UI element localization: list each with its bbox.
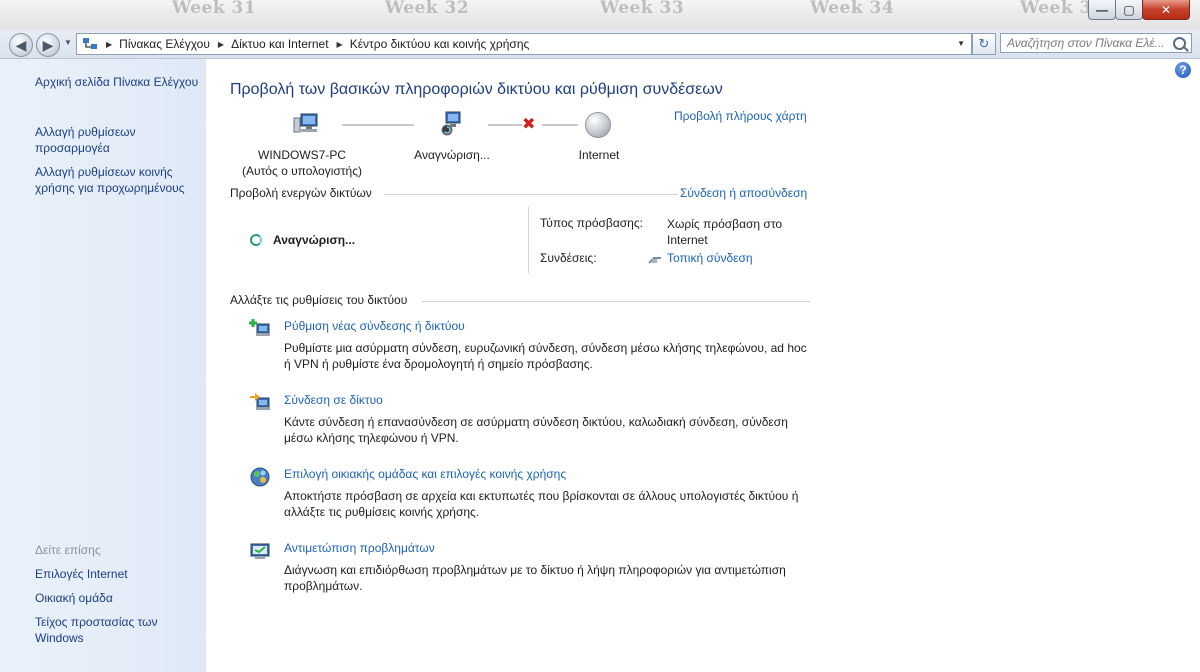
vertical-divider (528, 207, 529, 273)
map-connection-line (488, 124, 522, 126)
search-box[interactable] (1000, 33, 1192, 53)
help-icon: ? (1179, 63, 1187, 77)
active-networks-heading: Προβολή ενεργών δικτύων (230, 186, 372, 200)
back-arrow-icon: ◀ (15, 36, 27, 53)
setup-new-connection-description: Ρυθμίστε μια ασύρματη σύνδεση, ευρυζωνικ… (284, 341, 807, 371)
left-navigation-pane: Αρχική σελίδα Πίνακα Ελέγχου Αλλαγή ρυθμ… (0, 59, 206, 672)
map-connection-line (342, 124, 414, 126)
setup-new-connection-link[interactable]: Ρύθμιση νέας σύνδεσης ή δικτύου (284, 319, 465, 333)
help-button[interactable]: ? (1175, 62, 1191, 78)
close-button[interactable]: ✕ (1142, 0, 1190, 20)
access-type-label: Τύπος πρόσβασης: (540, 216, 643, 230)
breadcrumb-separator-icon[interactable]: ▶ (106, 40, 112, 49)
windows-firewall-link[interactable]: Τείχος προστασίας των Windows (35, 614, 185, 646)
title-bar: Week 31 Week 32 Week 33 Week 34 Week 3 —… (0, 0, 1200, 30)
active-network-name: Αναγνώριση... (273, 233, 356, 247)
connect-or-disconnect-link[interactable]: Σύνδεση ή αποσύνδεση (680, 186, 807, 200)
connect-to-network-icon[interactable] (249, 392, 271, 414)
internet-globe-icon[interactable] (585, 112, 611, 138)
main-content: ? Προβολή των βασικών πληροφοριών δικτύο… (206, 59, 1200, 672)
refresh-icon: ↻ (978, 36, 990, 51)
map-connection-line (542, 124, 578, 126)
maximize-button[interactable]: ▢ (1115, 0, 1143, 20)
change-adapter-settings-link[interactable]: Αλλαγή ρυθμίσεων προσαρμογέα (35, 124, 200, 156)
control-panel-home-link[interactable]: Αρχική σελίδα Πίνακα Ελέγχου (35, 74, 200, 90)
breadcrumb-separator-icon[interactable]: ▶ (337, 40, 343, 49)
computer-icon[interactable] (292, 112, 320, 139)
change-settings-heading: Αλλάξτε τις ρυθμίσεις του δικτύου (230, 293, 408, 307)
connect-to-network-link[interactable]: Σύνδεση σε δίκτυο (284, 393, 383, 407)
address-dropdown-icon[interactable]: ▼ (957, 39, 965, 48)
minimize-button[interactable]: — (1088, 0, 1116, 20)
calendar-week-label: Week 31 (172, 0, 257, 18)
section-divider (422, 301, 810, 302)
calendar-week-label: Week 34 (810, 0, 895, 18)
internet-label: Internet (578, 148, 620, 162)
recent-pages-dropdown-icon[interactable]: ▼ (64, 38, 72, 47)
troubleshoot-problems-link[interactable]: Αντιμετώπιση προβλημάτων (284, 541, 435, 555)
troubleshoot-icon[interactable] (249, 540, 271, 562)
see-also-heading: Δείτε επίσης (35, 543, 101, 557)
breadcrumb-network-sharing-center[interactable]: Κέντρο δικτύου και κοινής χρήσης (350, 37, 530, 51)
refresh-button[interactable]: ↻ (972, 33, 996, 55)
forward-arrow-icon: ▶ (42, 36, 54, 53)
calendar-week-label: Week 32 (385, 0, 470, 18)
calendar-week-label: Week 33 (600, 0, 685, 18)
page-title: Προβολή των βασικών πληροφοριών δικτύου … (230, 81, 723, 98)
section-divider (384, 194, 678, 195)
homegroup-sharing-link[interactable]: Επιλογή οικιακής ομάδας και επιλογές κοι… (284, 467, 566, 481)
breadcrumb-network-internet[interactable]: Δίκτυο και Internet (231, 37, 328, 51)
computer-name-label: WINDOWS7-PC (258, 148, 346, 162)
this-computer-label: (Αυτός ο υπολογιστής) (242, 164, 362, 178)
calendar-week-label: Week 3 (1020, 0, 1092, 18)
local-connection-icon (648, 253, 662, 264)
advanced-sharing-settings-link[interactable]: Αλλαγή ρυθμίσεων κοινής χρήσης για προχω… (35, 164, 200, 196)
back-button[interactable]: ◀ (9, 33, 33, 57)
address-bar[interactable]: ▶ Πίνακας Ελέγχου ▶ Δίκτυο και Internet … (76, 33, 972, 55)
forward-button[interactable]: ▶ (36, 33, 60, 57)
connections-label: Συνδέσεις: (540, 251, 597, 265)
search-icon[interactable] (1173, 37, 1186, 50)
unidentified-network-icon[interactable] (438, 111, 466, 140)
connect-to-network-description: Κάντε σύνδεση ή επανασύνδεση σε ασύρματη… (284, 415, 788, 445)
breadcrumb-separator-icon[interactable]: ▶ (218, 40, 224, 49)
homegroup-sharing-icon[interactable] (249, 466, 271, 488)
homegroup-link[interactable]: Οικιακή ομάδα (35, 590, 200, 606)
internet-options-link[interactable]: Επιλογές Internet (35, 566, 200, 582)
see-full-map-link[interactable]: Προβολή πλήρους χάρτη (674, 109, 807, 123)
troubleshoot-problems-description: Διάγνωση και επιδιόρθωση προβλημάτων με … (284, 563, 786, 593)
local-area-connection-link[interactable]: Τοπική σύνδεση (667, 251, 753, 265)
no-connection-x-icon[interactable]: ✖ (522, 114, 535, 134)
network-control-panel-icon (82, 37, 98, 51)
search-input[interactable] (1007, 36, 1167, 50)
access-type-value: Χωρίς πρόσβαση στο Internet (667, 217, 783, 247)
identifying-spinner-icon (250, 234, 262, 246)
navigation-bar: ◀ ▶ ▼ ▶ Πίνακας Ελέγχου ▶ Δίκτυο και Int… (0, 30, 1200, 59)
unidentified-network-label: Αναγνώριση... (414, 148, 490, 162)
homegroup-sharing-description: Αποκτήστε πρόσβαση σε αρχεία και εκτυπωτ… (284, 489, 799, 519)
breadcrumb-control-panel[interactable]: Πίνακας Ελέγχου (119, 37, 210, 51)
new-connection-icon[interactable] (249, 318, 271, 340)
